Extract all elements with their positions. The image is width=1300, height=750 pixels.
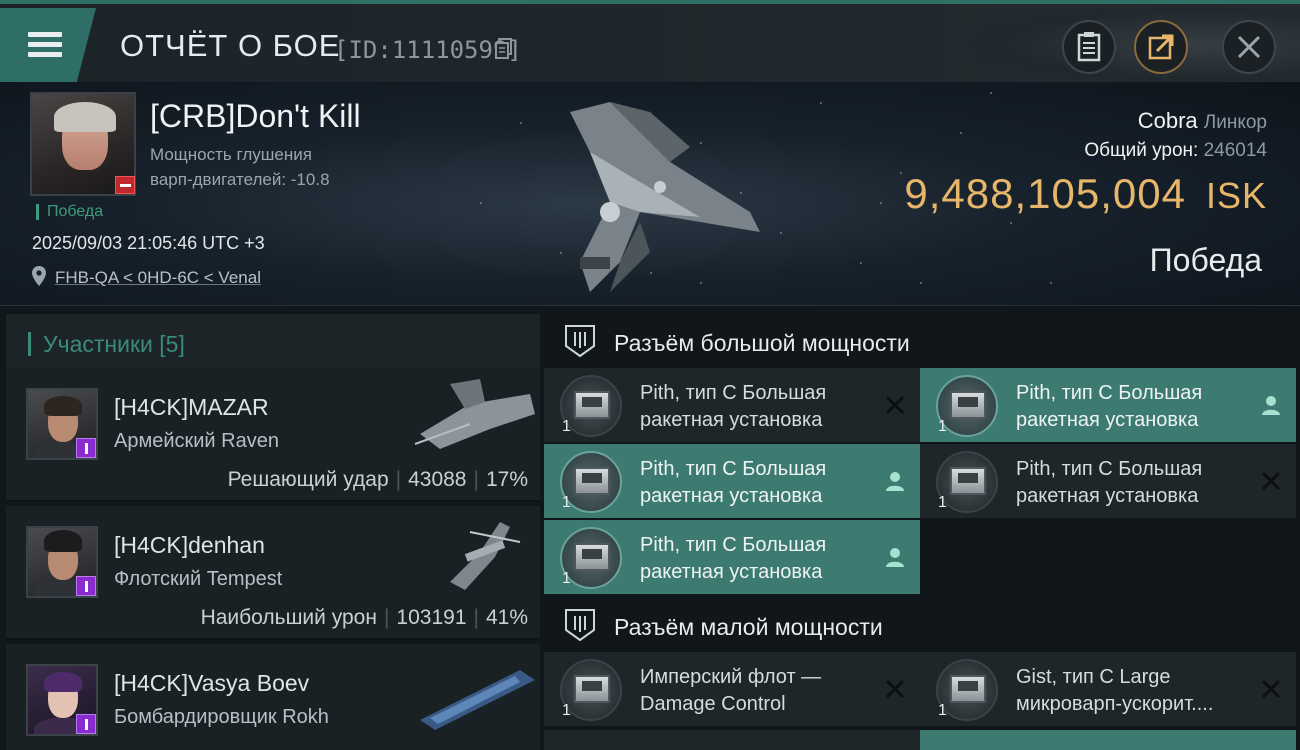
star xyxy=(880,202,882,204)
participants-title: Участники [5] xyxy=(28,332,185,356)
kill-datetime: 2025/09/03 21:05:46 UTC +3 xyxy=(32,233,265,253)
victim-stat: Мощность глушения варп-двигателей: -10.8 xyxy=(150,145,330,189)
module-item[interactable]: 1 Имперский флот — Damage Control xyxy=(544,652,920,726)
module-quantity: 1 xyxy=(562,494,571,511)
status-badge: Победа xyxy=(36,204,103,220)
participant-ship-image xyxy=(450,522,521,590)
module-name: Имперский флот — Damage Control xyxy=(640,666,822,715)
module-name: Pith, тип C Большая ракетная установка xyxy=(640,458,827,507)
victim-ship-image[interactable] xyxy=(550,92,770,302)
star xyxy=(960,132,962,134)
participant-stats: Решающий удар | 43088 | 17% xyxy=(227,468,528,491)
participant-ship-image xyxy=(414,379,535,449)
module-item[interactable] xyxy=(544,730,920,750)
close-button[interactable] xyxy=(1222,20,1276,74)
fitting-panel: Разъём большой мощности 1 Pith, тип C Бол… xyxy=(540,306,1300,750)
slot-high-icon xyxy=(565,325,595,358)
star xyxy=(780,232,782,234)
low-slot-header: Разъём малой мощности xyxy=(540,594,1300,654)
participant-ship: Бомбардировщик Rokh xyxy=(114,706,329,728)
module-item[interactable]: 1 Pith, тип C Большая ракетная установка xyxy=(544,444,920,518)
total-damage: Общий урон: 246014 xyxy=(1084,140,1267,161)
participant-stats: Наибольший урон | 103191 | 41% xyxy=(200,606,528,629)
cross-icon xyxy=(1261,471,1281,491)
participant-ship-image xyxy=(420,670,535,730)
participant-ship: Армейский Raven xyxy=(114,430,279,452)
menu-button[interactable] xyxy=(0,8,96,82)
high-slot-title: Разъём большой мощности xyxy=(614,330,910,356)
participant-name: [H4CK]MAZAR xyxy=(114,394,269,420)
module-item[interactable]: 1 Pith, тип C Большая ракетная установка xyxy=(544,368,920,442)
participant-row[interactable]: [H4CK]MAZAR Армейский Raven Решающий уда… xyxy=(6,368,540,502)
share-button[interactable] xyxy=(1134,20,1188,74)
module-name: Pith, тип C Большая ракетная установка xyxy=(1016,458,1203,507)
clipboard-button[interactable] xyxy=(1062,20,1116,74)
share-icon xyxy=(1148,34,1174,60)
star xyxy=(990,92,992,94)
pilot-icon xyxy=(1262,396,1280,415)
star xyxy=(820,102,822,104)
report-id: [ID:11110599] xyxy=(334,36,522,64)
module-item[interactable]: 1 Pith, тип C Большая ракетная установка xyxy=(920,368,1296,442)
star xyxy=(1010,222,1012,224)
high-slot-header: Разъём большой мощности xyxy=(540,310,1300,370)
ship-class: Линкор xyxy=(1203,112,1267,133)
location-pin-icon xyxy=(32,266,46,286)
participant-row[interactable]: [H4CK]denhan Флотский Tempest Наибольший… xyxy=(6,506,540,640)
participants-panel: Участники [5] [H4CK]MAZAR Армейский Rave… xyxy=(0,306,540,750)
top-bar: ОТЧЁТ О БОЕ [ID:11110599] xyxy=(0,0,1300,86)
victim-name[interactable]: [CRB]Don't Kill xyxy=(150,98,361,135)
slot-low-icon xyxy=(565,609,595,642)
participant-name: [H4CK]denhan xyxy=(114,532,265,558)
clipboard-icon xyxy=(1077,32,1101,62)
module-name: Gist, тип C Large микроварп-ускорит.... xyxy=(1016,666,1214,715)
module-quantity: 1 xyxy=(562,418,571,435)
participants-header[interactable]: Участники [5] xyxy=(6,314,540,372)
corp-badge xyxy=(76,576,96,596)
star xyxy=(480,202,482,204)
module-item[interactable]: 1 Gist, тип C Large микроварп-ускорит.... xyxy=(920,652,1296,726)
module-name: Pith, тип C Большая ракетная установка xyxy=(640,382,827,431)
star xyxy=(520,122,522,124)
module-item[interactable] xyxy=(920,730,1296,750)
victim-ship[interactable]: Cobra Линкор xyxy=(1138,108,1267,134)
star xyxy=(900,172,902,174)
cross-icon xyxy=(885,395,905,415)
corp-badge xyxy=(76,714,96,734)
page-title: ОТЧЁТ О БОЕ xyxy=(120,28,341,63)
star xyxy=(860,262,862,264)
module-quantity: 1 xyxy=(938,702,947,719)
close-icon xyxy=(1237,35,1261,59)
module-name: Pith, тип C Большая ракетная установка xyxy=(640,534,827,583)
module-quantity: 1 xyxy=(938,418,947,435)
corp-badge xyxy=(76,438,96,458)
module-quantity: 1 xyxy=(562,570,571,587)
low-slot-title: Разъём малой мощности xyxy=(614,614,883,640)
module-name: Pith, тип C Большая ракетная установка xyxy=(1016,382,1203,431)
copy-icon[interactable] xyxy=(495,38,513,60)
battle-result: Победа xyxy=(1149,242,1262,278)
participant-name: [H4CK]Vasya Boev xyxy=(114,670,310,696)
participant-row[interactable]: [H4CK]Vasya Boev Бомбардировщик Rokh xyxy=(6,644,540,750)
participant-ship: Флотский Tempest xyxy=(114,568,283,590)
location-link[interactable]: FHB-QA < 0HD-6C < Venal xyxy=(55,268,261,288)
cross-icon xyxy=(1261,679,1281,699)
hostile-badge xyxy=(115,176,135,194)
kill-summary: [CRB]Don't Kill Мощность глушения варп-д… xyxy=(0,82,1300,306)
module-quantity: 1 xyxy=(938,494,947,511)
star xyxy=(1050,282,1052,284)
cross-icon xyxy=(885,679,905,699)
star xyxy=(920,282,922,284)
module-item[interactable]: 1 Pith, тип C Большая ракетная установка xyxy=(544,520,920,594)
module-quantity: 1 xyxy=(562,702,571,719)
pilot-icon xyxy=(886,472,904,491)
module-item[interactable]: 1 Pith, тип C Большая ракетная установка xyxy=(920,444,1296,518)
isk-value: 9,488,105,004 ISK xyxy=(904,170,1267,217)
pilot-icon xyxy=(886,548,904,567)
